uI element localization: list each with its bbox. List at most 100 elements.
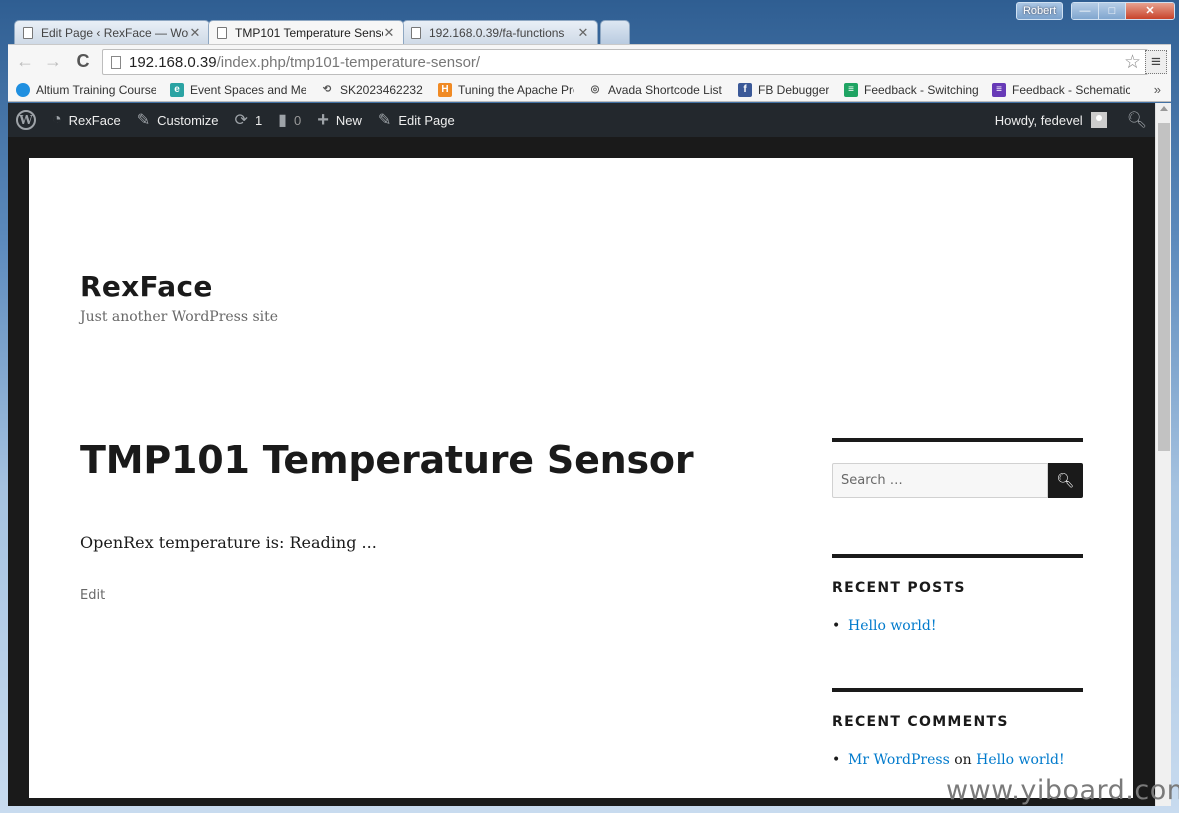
browser-toolbar: ← → C 192.168.0.39/index.php/tmp101-temp… [8, 44, 1171, 78]
bookmark-feedback-schematic[interactable]: ≡ Feedback - Schematic [992, 82, 1130, 97]
bookmark-sk2023462232[interactable]: ⟲ SK2023462232 [320, 83, 424, 97]
bookmark-apache[interactable]: H Tuning the Apache Pre [438, 82, 574, 97]
bookmark-feedback-switching[interactable]: ≡ Feedback - Switching [844, 82, 978, 97]
admin-search-icon[interactable]: 🔍︎ [1127, 110, 1147, 130]
new-tab-button[interactable] [600, 20, 630, 44]
howdy-label: Howdy, fedevel [994, 112, 1083, 128]
bookmark-event-spaces[interactable]: e Event Spaces and Meeting [170, 82, 306, 97]
page-title: TMP101 Temperature Sensor [80, 438, 694, 482]
page-icon [23, 26, 33, 39]
widget-title: RECENT COMMENTS [832, 714, 1009, 730]
close-tab-icon[interactable]: ✕ [383, 25, 395, 41]
url-path: /index.php/tmp101-temperature-sensor/ [216, 53, 481, 71]
admin-bar-secondary: Howdy, fedevel 🔍︎ [987, 103, 1155, 137]
history-icon: ⟲ [322, 83, 332, 95]
back-icon[interactable]: ← [14, 51, 36, 72]
recent-posts-list: Hello world! [832, 618, 1083, 634]
search-input[interactable]: Search … [832, 463, 1048, 498]
tab-title: Edit Page ‹ RexFace — WordPress [41, 25, 189, 40]
profile-badge[interactable]: Robert [1016, 2, 1063, 20]
tab-fa-functions[interactable]: 192.168.0.39/fa-functions ✕ [402, 20, 598, 44]
chrome-menu-icon[interactable]: ≡ [1145, 50, 1167, 74]
facebook-icon: f [738, 82, 752, 97]
list-item: Hello world! [832, 618, 1083, 634]
updates-link[interactable]: ⟳ 1 [227, 103, 271, 137]
site-name-label: RexFace [68, 112, 121, 128]
tab-edit-page[interactable]: Edit Page ‹ RexFace — WordPress ✕ [14, 20, 210, 44]
post-link[interactable]: Hello world! [848, 618, 937, 634]
wp-logo-menu[interactable]: W [8, 103, 44, 137]
wordpress-icon: W [16, 110, 36, 130]
customize-label: Customize [157, 112, 219, 128]
search-button[interactable]: 🔍︎ [1048, 463, 1083, 498]
search-icon: 🔍︎ [1056, 472, 1075, 488]
tab-tmp101[interactable]: TMP101 Temperature Sensor ✕ [208, 20, 404, 44]
new-content-menu[interactable]: + New [309, 103, 370, 137]
comments-count: 0 [293, 112, 302, 128]
wp-admin-bar: W ◔ RexFace ✎ Customize ⟳ 1 ▮ 0 + New ✎ … [8, 103, 1155, 137]
bookmark-fb-debugger[interactable]: f FB Debugger [738, 82, 830, 97]
sheets-icon: ≡ [844, 82, 858, 97]
new-label: New [335, 112, 362, 128]
vertical-scrollbar[interactable] [1155, 103, 1171, 806]
widget-divider [832, 438, 1083, 442]
watermark: www.yiboard.com [946, 775, 1179, 806]
close-window-button[interactable]: ✕ [1126, 3, 1174, 19]
my-account-menu[interactable]: Howdy, fedevel [987, 103, 1107, 137]
comment-author-link[interactable]: Mr WordPress [848, 752, 950, 768]
page-icon [217, 26, 227, 39]
recent-comments-widget: RECENT COMMENTS Mr WordPress on Hello wo… [832, 688, 1083, 768]
browser-window: Robert — □ ✕ Edit Page ‹ RexFace — WordP… [0, 0, 1179, 813]
bookmark-avada[interactable]: ◎ Avada Shortcode List [588, 83, 724, 97]
close-tab-icon[interactable]: ✕ [577, 25, 589, 41]
bookmark-altium[interactable]: Altium Training Course [16, 82, 156, 97]
plus-icon: + [317, 108, 329, 131]
pencil-icon: ✎ [377, 112, 392, 129]
e-icon: e [170, 82, 184, 97]
comment-on-text: on [954, 752, 972, 768]
paintbrush-icon: ✎ [136, 112, 151, 129]
comment-post-link[interactable]: Hello world! [976, 752, 1065, 768]
hg-icon: H [438, 82, 452, 97]
page-viewport: W ◔ RexFace ✎ Customize ⟳ 1 ▮ 0 + New ✎ … [8, 103, 1155, 806]
maximize-button[interactable]: □ [1099, 3, 1126, 19]
recent-comments-list: Mr WordPress on Hello world! [832, 752, 1083, 768]
page-icon [411, 26, 421, 39]
avada-icon: ◎ [590, 83, 600, 95]
edit-page-label: Edit Page [398, 112, 455, 128]
avatar [1090, 112, 1107, 128]
scroll-thumb[interactable] [1158, 123, 1170, 451]
more-bookmarks-icon[interactable]: » [1154, 82, 1161, 97]
site-description: Just another WordPress site [80, 309, 279, 325]
comments-link[interactable]: ▮ 0 [270, 103, 309, 137]
customize-link[interactable]: ✎ Customize [129, 103, 227, 137]
site-title[interactable]: RexFace [80, 270, 213, 303]
cloud-icon [16, 82, 30, 97]
widget-divider [832, 554, 1083, 558]
widget-divider [832, 688, 1083, 692]
minimize-button[interactable]: — [1072, 3, 1099, 19]
scroll-up-arrow-icon[interactable] [1160, 106, 1168, 111]
dashboard-icon: ◔ [52, 111, 62, 128]
forward-icon[interactable]: → [42, 51, 64, 72]
comment-icon: ▮ [278, 112, 287, 129]
updates-icon: ⟳ [234, 112, 248, 129]
edit-link[interactable]: Edit [80, 588, 105, 603]
bookmark-star-icon[interactable]: ☆ [1124, 51, 1141, 74]
widget-title: RECENT POSTS [832, 580, 966, 596]
entry-content: OpenRex temperature is: Reading ... [80, 533, 377, 552]
close-tab-icon[interactable]: ✕ [189, 25, 201, 41]
reload-icon[interactable]: C [72, 51, 94, 72]
tab-title: 192.168.0.39/fa-functions [429, 25, 565, 40]
sidebar: Search … 🔍︎ RECENT POSTS Hello world! RE… [832, 438, 1083, 768]
edit-page-link[interactable]: ✎ Edit Page [370, 103, 463, 137]
site-page: RexFace Just another WordPress site TMP1… [29, 158, 1133, 798]
address-bar[interactable]: 192.168.0.39/index.php/tmp101-temperatur… [102, 49, 1148, 75]
recent-posts-widget: RECENT POSTS Hello world! [832, 554, 1083, 634]
tab-title: TMP101 Temperature Sensor [235, 25, 383, 40]
tab-strip: Edit Page ‹ RexFace — WordPress ✕ TMP101… [14, 20, 630, 44]
site-name-menu[interactable]: ◔ RexFace [44, 103, 129, 137]
list-item: Mr WordPress on Hello world! [832, 752, 1083, 768]
search-form: Search … 🔍︎ [832, 463, 1083, 498]
updates-count: 1 [254, 112, 263, 128]
